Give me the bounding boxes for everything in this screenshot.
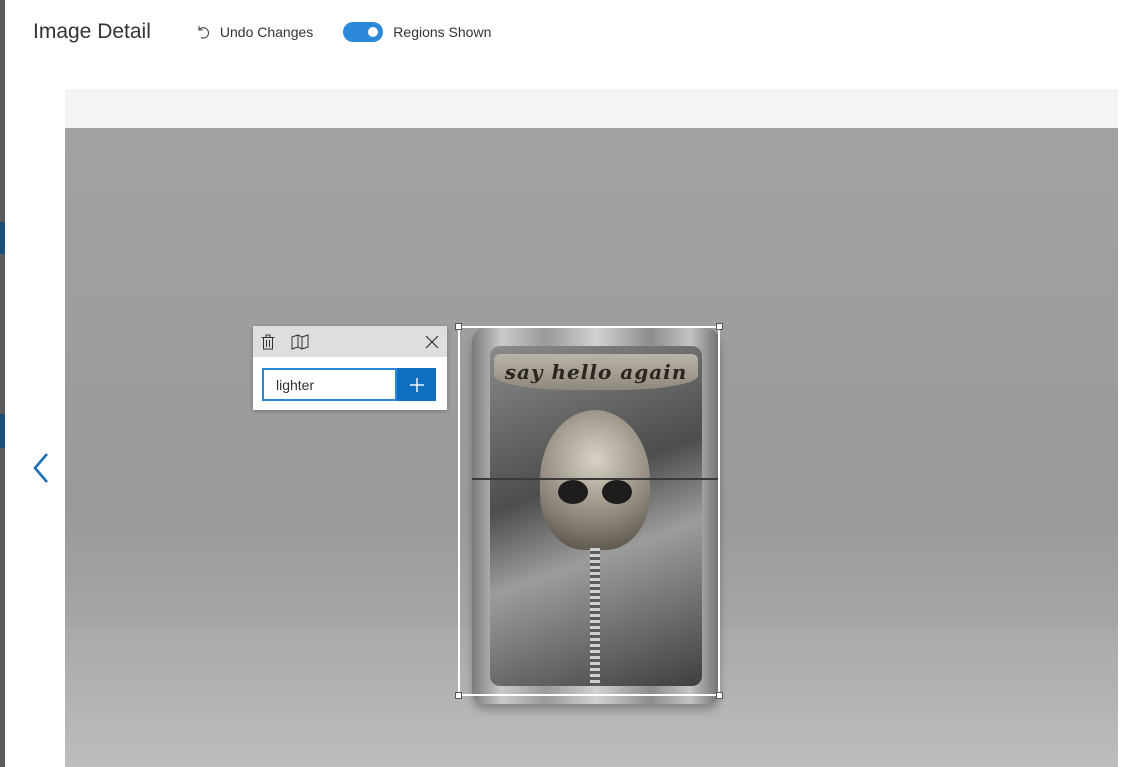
plus-icon bbox=[409, 377, 424, 392]
tag-popup-toolbar bbox=[253, 326, 447, 357]
previous-image-button[interactable] bbox=[29, 448, 53, 488]
undo-changes-label: Undo Changes bbox=[219, 24, 314, 40]
tag-input-row bbox=[262, 368, 436, 401]
delete-region-button[interactable] bbox=[258, 332, 278, 352]
resize-handle-top-right[interactable] bbox=[716, 323, 723, 330]
region-tag-popup bbox=[253, 326, 447, 410]
resize-handle-top-left[interactable] bbox=[455, 323, 462, 330]
resize-handle-bottom-left[interactable] bbox=[455, 692, 462, 699]
regions-toggle-label: Regions Shown bbox=[393, 24, 492, 40]
page-title: Image Detail bbox=[33, 20, 151, 43]
tag-name-input[interactable] bbox=[262, 368, 397, 401]
close-icon bbox=[425, 335, 439, 349]
regions-toggle-group: Regions Shown bbox=[343, 22, 491, 42]
split-region-button[interactable] bbox=[290, 332, 310, 352]
regions-toggle[interactable] bbox=[343, 22, 384, 42]
undo-changes-button[interactable]: Undo Changes bbox=[195, 24, 313, 40]
undo-icon bbox=[198, 26, 209, 39]
trash-icon bbox=[261, 334, 275, 350]
toggle-knob bbox=[368, 27, 379, 37]
chevron-left-icon bbox=[33, 453, 48, 483]
split-view-icon bbox=[291, 334, 309, 350]
add-tag-button[interactable] bbox=[397, 368, 436, 401]
image-toolbar-strip bbox=[65, 89, 1118, 128]
image-canvas[interactable]: say hello again bbox=[65, 128, 1118, 767]
resize-handle-bottom-right[interactable] bbox=[716, 692, 723, 699]
image-detail-panel: Image Detail Undo Changes Regions Shown … bbox=[5, 0, 1138, 767]
region-bounding-box[interactable] bbox=[455, 323, 723, 699]
close-popup-button[interactable] bbox=[422, 332, 442, 352]
panel-header: Image Detail Undo Changes Regions Shown bbox=[33, 14, 491, 50]
